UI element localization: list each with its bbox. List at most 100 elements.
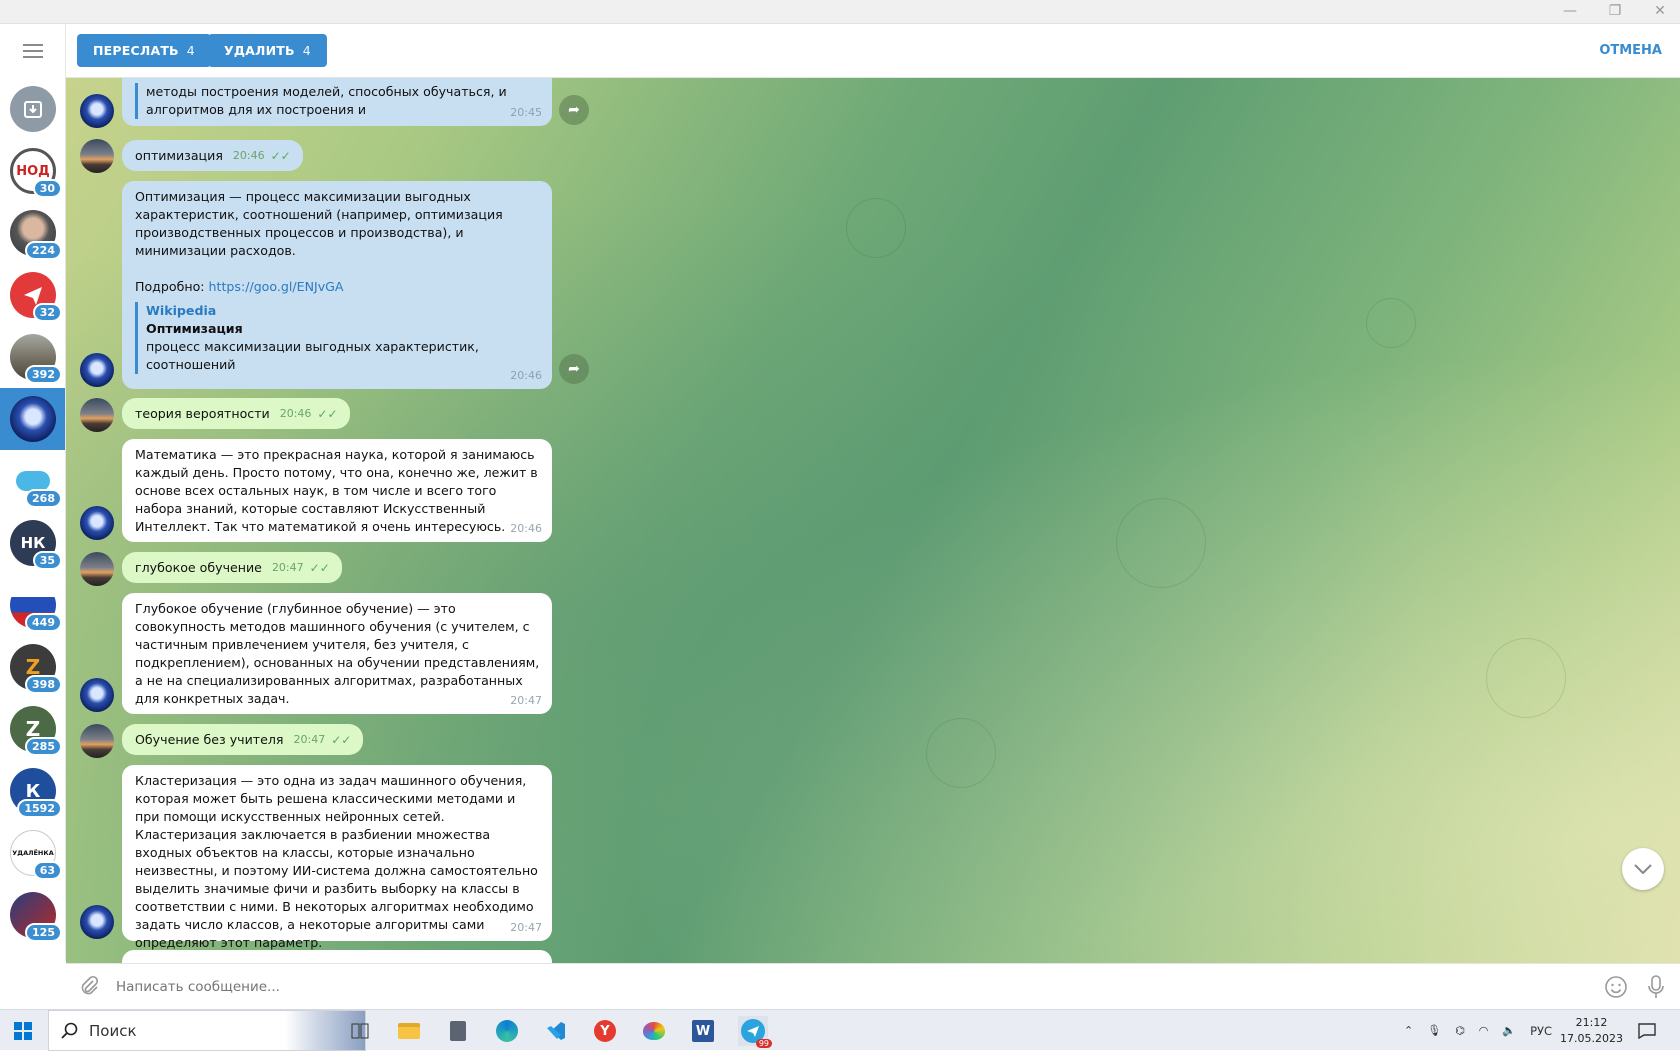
preview-description: процесс максимизации выгодных характерис… [146, 339, 479, 372]
user-avatar[interactable] [80, 139, 114, 173]
message-bubble-outgoing[interactable]: оптимизация 20:46 ✓✓ [122, 140, 303, 171]
task-view-icon[interactable] [345, 1016, 375, 1046]
chat-item-soldier[interactable]: 392 [0, 326, 65, 388]
user-avatar[interactable] [80, 398, 114, 432]
message-time: 20:47 [510, 694, 542, 707]
windows-start-icon[interactable] [8, 1016, 38, 1046]
edge-icon[interactable] [492, 1016, 522, 1046]
selection-toolbar: ПЕРЕСЛАТЬ 4 УДАЛИТЬ 4 ОТМЕНА [66, 24, 1680, 78]
message-time: 20:45 [510, 106, 542, 119]
volume-icon[interactable]: 🔈 [1502, 1024, 1516, 1037]
chat-item-ai-bot[interactable] [0, 388, 65, 450]
unread-badge: 30 [32, 179, 62, 198]
notifications-icon[interactable] [1632, 1016, 1662, 1046]
bot-avatar[interactable] [80, 94, 114, 128]
taskbar-search[interactable]: Поиск [48, 1010, 366, 1051]
search-label: Поиск [89, 1022, 137, 1040]
background-doodle [1116, 498, 1206, 588]
bot-avatar[interactable] [80, 678, 114, 712]
forward-count: 4 [186, 43, 195, 58]
chat-item-cloud[interactable]: 268 [0, 450, 65, 512]
forward-button[interactable]: ПЕРЕСЛАТЬ 4 [77, 34, 211, 67]
network-icon[interactable]: ⌬ [1455, 1024, 1465, 1037]
unread-badge: 285 [25, 737, 62, 756]
message-bubble-selected[interactable]: Оптимизация — процесс максимизации выгод… [122, 181, 552, 389]
message-bubble-selected[interactable]: методы построения моделей, способных обу… [122, 78, 552, 126]
attach-icon[interactable] [78, 975, 100, 1001]
message-bubble-incoming[interactable]: Математика — это прекрасная наука, котор… [122, 439, 552, 542]
scroll-down-button[interactable] [1622, 848, 1664, 890]
calculator-icon[interactable] [443, 1016, 473, 1046]
message-input[interactable] [116, 974, 1516, 1000]
forward-message-button[interactable]: ➦ [559, 95, 589, 125]
message-composer [66, 963, 1680, 1009]
read-checks-icon: ✓✓ [317, 407, 338, 421]
telegram-icon[interactable]: 99 [738, 1016, 772, 1048]
message-time: 20:47 [271, 561, 304, 574]
chevron-down-icon [1634, 864, 1652, 874]
unread-badge: 224 [25, 241, 62, 260]
chat-item-red-channel[interactable]: 32 [0, 264, 65, 326]
menu-button[interactable] [0, 24, 65, 78]
chat-item-z-green[interactable]: Z 285 [0, 698, 65, 760]
forward-message-button[interactable]: ➦ [559, 354, 589, 384]
delete-label: УДАЛИТЬ [224, 43, 295, 58]
chevron-up-icon[interactable]: ⌃ [1404, 1024, 1413, 1037]
message-bubble-incoming[interactable]: Кластеризация — это одна из задач машинн… [122, 765, 552, 950]
background-doodle [1486, 638, 1566, 718]
paint-icon[interactable] [639, 1016, 669, 1046]
wikipedia-link[interactable]: https://goo.gl/ENJvGA [209, 279, 344, 294]
chat-list-sidebar: НОД 30 224 32 392 268 НК 35 449 Z 398 Z … [0, 24, 66, 961]
chat-item-k-channel[interactable]: К 1592 [0, 760, 65, 822]
message-bubble-outgoing[interactable]: Обучение без учителя 20:47 ✓✓ [122, 724, 364, 755]
chat-item-man-portrait[interactable]: 224 [0, 202, 65, 264]
wifi-icon[interactable]: ◠ [1479, 1024, 1489, 1037]
message-bubble-incoming[interactable]: Глубокое обучение (глубинное обучение) —… [122, 593, 552, 714]
chat-item-archive[interactable] [0, 78, 65, 140]
unread-badge: 35 [32, 551, 62, 570]
minimize-icon[interactable]: — [1550, 0, 1590, 24]
link-preview[interactable]: Wikipedia Оптимизация процесс максимизац… [135, 302, 540, 374]
word-icon[interactable]: W [688, 1016, 718, 1046]
read-checks-icon: ✓✓ [309, 561, 330, 575]
unread-badge: 268 [25, 489, 62, 508]
message-text: Глубокое обучение (глубинное обучение) —… [135, 601, 540, 706]
message-text: Математика — это прекрасная наука, котор… [135, 447, 538, 534]
user-avatar[interactable] [80, 552, 114, 586]
unread-badge: 32 [32, 303, 62, 322]
chat-item-nk[interactable]: НК 35 [0, 512, 65, 574]
cloud-icon [16, 471, 50, 491]
file-explorer-icon[interactable] [394, 1016, 424, 1046]
unread-badge: 63 [32, 861, 62, 880]
language-indicator[interactable]: РУС [1530, 1024, 1552, 1038]
bot-avatar[interactable] [80, 353, 114, 387]
restore-icon[interactable]: ❐ [1595, 0, 1635, 24]
bot-avatar[interactable] [80, 506, 114, 540]
chat-item-udalenka[interactable]: УДАЛЁНКА 63 [0, 822, 65, 884]
microphone-icon[interactable] [1646, 974, 1666, 1004]
clock-date: 17.05.2023 [1560, 1031, 1623, 1045]
message-bubble-outgoing[interactable]: теория вероятности 20:46 ✓✓ [122, 398, 350, 429]
vscode-icon[interactable] [541, 1016, 571, 1046]
message-time: 20:47 [293, 733, 326, 746]
archive-icon [10, 86, 56, 132]
cancel-button[interactable]: ОТМЕНА [1599, 43, 1662, 58]
message-bubble-outgoing[interactable]: глубокое обучение 20:47 ✓✓ [122, 552, 342, 583]
chat-item-news[interactable]: 125 [0, 884, 65, 946]
system-tray: ⌃ 🎙 ⌬ ◠ 🔈 РУС [1404, 1010, 1552, 1051]
bot-avatar[interactable] [80, 905, 114, 939]
yandex-browser-icon[interactable]: Y [590, 1016, 620, 1046]
chat-item-z-channel[interactable]: Z 398 [0, 636, 65, 698]
emoji-icon[interactable] [1604, 975, 1628, 1003]
message-bubble-incoming[interactable] [122, 950, 552, 963]
message-text: методы построения моделей, способных обу… [135, 83, 540, 119]
delete-button[interactable]: УДАЛИТЬ 4 [208, 34, 327, 67]
chat-item-nod[interactable]: НОД 30 [0, 140, 65, 202]
background-doodle [926, 718, 996, 788]
microphone-tray-icon[interactable]: 🎙 [1427, 1024, 1441, 1037]
close-icon[interactable]: ✕ [1640, 0, 1680, 24]
clock[interactable]: 21:12 17.05.2023 [1560, 1010, 1623, 1051]
message-text: Обучение без учителя [135, 732, 284, 747]
chat-item-flag-person[interactable]: 449 [0, 574, 65, 636]
user-avatar[interactable] [80, 724, 114, 758]
